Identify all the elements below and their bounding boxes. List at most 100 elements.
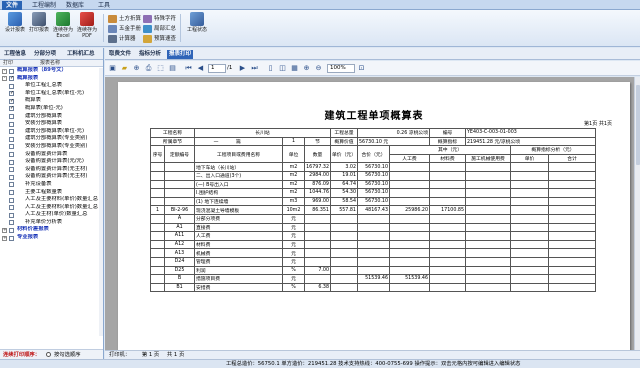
report-checkbox[interactable]: [9, 205, 14, 211]
report-tree-item[interactable]: 设备购置费计算表(无主材): [0, 166, 103, 174]
collapse-icon[interactable]: -: [2, 76, 7, 82]
report-tree-item[interactable]: 建筑分部概算表(单位-元): [0, 128, 103, 136]
expand-icon[interactable]: +: [2, 235, 7, 241]
earth-conversion-button[interactable]: 土方折算: [108, 14, 141, 24]
tab-database[interactable]: 数据库: [62, 1, 88, 10]
report-checkbox[interactable]: [9, 90, 14, 97]
report-checkbox[interactable]: [9, 159, 14, 165]
report-checkbox[interactable]: [9, 105, 14, 113]
report-checkbox[interactable]: [9, 136, 14, 142]
report-checkbox[interactable]: [9, 98, 14, 105]
export-icon[interactable]: ⬚: [156, 64, 165, 73]
report-tree-item[interactable]: 安装分部概算表(专业类别): [0, 143, 103, 151]
scrollbar-thumb[interactable]: [636, 85, 640, 165]
zoom-out-icon[interactable]: ⊖: [314, 64, 323, 73]
print-report-button[interactable]: 打印报表: [26, 12, 52, 44]
tab-labor-material[interactable]: 工料机汇总: [67, 50, 95, 59]
settings-icon[interactable]: ▤: [168, 64, 177, 73]
report-checkbox[interactable]: [9, 197, 14, 203]
report-checkbox[interactable]: [9, 114, 14, 120]
prev-page-icon[interactable]: ◀: [196, 64, 205, 73]
report-checkbox[interactable]: [9, 174, 14, 180]
report-tree-item[interactable]: 单位工程汇总表: [0, 82, 103, 90]
tab-index-analysis[interactable]: 指标分析: [137, 50, 163, 59]
report-tree-item[interactable]: - 概算报表: [0, 75, 103, 82]
partial-summary-button[interactable]: 局部汇总: [143, 24, 176, 34]
report-tree-item[interactable]: 补充设备表: [0, 181, 103, 189]
table-cell: 措施项目费: [194, 274, 283, 284]
report-tree-item[interactable]: + 专业报表: [0, 234, 103, 242]
hardware-manual-button[interactable]: 五金手册: [108, 24, 141, 34]
report-tree-item[interactable]: 人工及主要材料(单价)数量汇总: [0, 196, 103, 204]
table-cell: [465, 188, 511, 198]
save-as-pdf-button[interactable]: 连续存为 PDF: [74, 12, 100, 44]
report-checkbox[interactable]: [9, 220, 14, 226]
zoom-icon[interactable]: ⊕: [132, 64, 141, 73]
report-tree-item[interactable]: 设备购置费计算表(无主材): [0, 173, 103, 181]
report-tree-item[interactable]: 概算表(单位-元): [0, 105, 103, 113]
zoom-fit-icon[interactable]: ⊡: [357, 64, 366, 73]
report-checkbox[interactable]: [9, 167, 14, 173]
next-page-icon[interactable]: ▶: [238, 64, 247, 73]
first-page-icon[interactable]: ⏮: [184, 64, 193, 73]
page-input[interactable]: 1: [208, 64, 226, 73]
table-cell: 54.30: [330, 188, 358, 198]
report-checkbox[interactable]: [9, 152, 14, 158]
print-icon[interactable]: ⎙: [144, 64, 153, 73]
zoom-select[interactable]: 100%: [327, 64, 355, 73]
report-tree-item[interactable]: 概算表: [0, 97, 103, 105]
report-tree-item[interactable]: 主要工程数量表: [0, 189, 103, 197]
preview-scrollbar[interactable]: [634, 77, 640, 350]
report-checkbox[interactable]: [9, 212, 14, 218]
design-report-button[interactable]: 设计报表: [2, 12, 28, 44]
report-checkbox[interactable]: [9, 190, 14, 195]
calculator-button[interactable]: 计算器: [108, 34, 136, 44]
report-tree-item[interactable]: 人工及主材(单价)数量汇总: [0, 211, 103, 219]
report-checkbox[interactable]: [9, 129, 14, 135]
tab-project-edit[interactable]: 工程编制: [28, 1, 60, 10]
save-as-excel-button[interactable]: 连续存为 Excel: [50, 12, 76, 44]
report-checkbox[interactable]: [9, 75, 14, 82]
report-tree-item[interactable]: - 概算报表（89号文）: [0, 67, 103, 75]
report-checkbox[interactable]: [9, 121, 14, 127]
tab-report-print[interactable]: 报表打印: [167, 50, 194, 59]
expand-icon[interactable]: +: [2, 227, 7, 233]
save-icon[interactable]: ▣: [108, 64, 117, 73]
report-checkbox[interactable]: [9, 68, 14, 74]
table-cell: [465, 256, 511, 267]
tab-file[interactable]: 文件: [2, 1, 23, 10]
table-cell: 48167.43: [357, 205, 390, 215]
report-tree-item[interactable]: 建筑分部概算表(专业类别): [0, 135, 103, 143]
report-tree-item[interactable]: 设备购置费计算表: [0, 151, 103, 159]
project-status-button[interactable]: 工程状态: [184, 12, 210, 44]
report-tree-item[interactable]: 补充单价分析表: [0, 219, 103, 227]
report-tree-item[interactable]: 人工及主要材料(单价)数量汇总: [0, 204, 103, 212]
tab-tools[interactable]: 工具: [94, 1, 114, 10]
report-checkbox[interactable]: [9, 83, 14, 89]
last-page-icon[interactable]: ⏭: [250, 64, 259, 73]
zoom-in-icon[interactable]: ⊕: [302, 64, 311, 73]
double-page-icon[interactable]: ◫: [278, 64, 287, 73]
tab-project-info[interactable]: 工程信息: [4, 50, 26, 59]
report-tree-item[interactable]: 设备购置费计算表(元/元): [0, 158, 103, 166]
report-checkbox[interactable]: [9, 144, 14, 150]
multi-page-icon[interactable]: ▦: [290, 64, 299, 73]
report-tree-item[interactable]: + 材料价差报表: [0, 226, 103, 234]
tab-sub-items[interactable]: 分部分项: [34, 50, 56, 59]
open-folder-icon[interactable]: ▰: [120, 64, 129, 73]
report-checkbox[interactable]: [9, 235, 14, 241]
report-tree-item[interactable]: 建筑分部概算表: [0, 113, 103, 121]
budget-lookup-button[interactable]: 预算速查: [143, 34, 176, 44]
table-cell: [548, 205, 596, 215]
table-cell: 安措费: [194, 282, 283, 293]
report-checkbox[interactable]: [9, 182, 14, 188]
special-char-button[interactable]: 特殊字符: [143, 14, 176, 24]
collapse-icon[interactable]: -: [2, 68, 7, 74]
tab-fee-file[interactable]: 取费文件: [107, 50, 133, 59]
check-order-radio[interactable]: [46, 352, 51, 357]
report-checkbox[interactable]: [9, 227, 14, 233]
report-tree-item[interactable]: 单位工程汇总表(单位-元): [0, 90, 103, 97]
tree-scrollbar[interactable]: [99, 68, 103, 336]
single-page-icon[interactable]: ▯: [266, 64, 275, 73]
report-tree-item[interactable]: 安装分部概算表: [0, 120, 103, 128]
